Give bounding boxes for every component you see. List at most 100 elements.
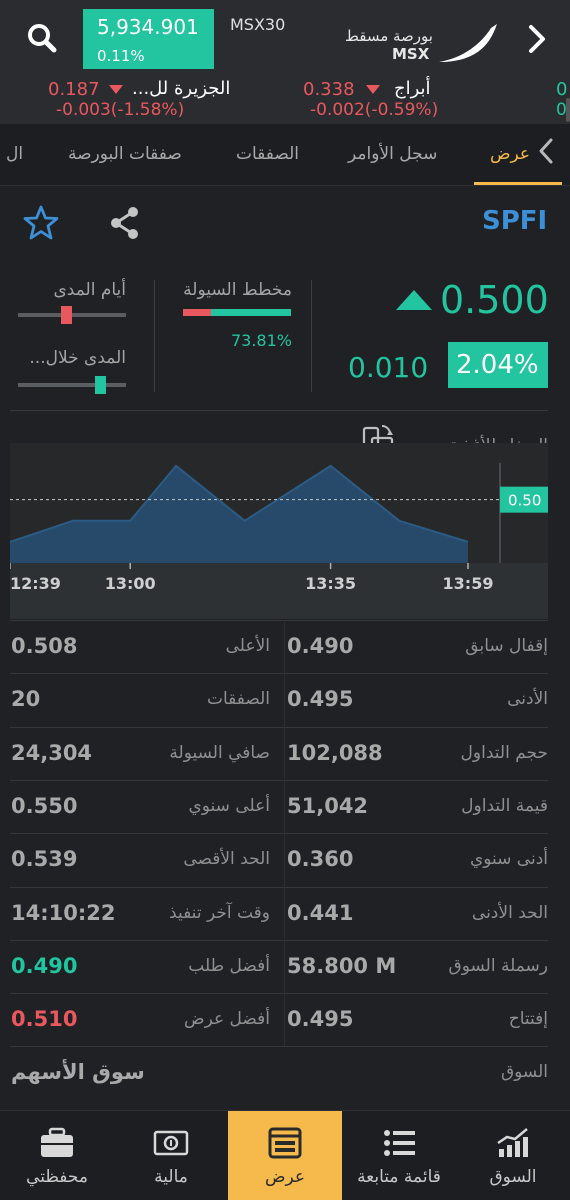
stat-left-value: 0.539 — [11, 847, 78, 872]
stat-left-value: 0.508 — [11, 634, 78, 658]
up-arrow-icon — [396, 290, 432, 310]
stat-left-value: 14:10:22 — [11, 900, 116, 925]
row-divider — [10, 1046, 548, 1048]
header-bar: 5,934.901 0.11% MSX30 بورصة مسقط MSX — [0, 0, 570, 78]
chevron-left-icon — [539, 138, 553, 164]
list-icon — [384, 1130, 415, 1156]
change-percent-badge: 2.04% — [448, 342, 548, 388]
stats-center-divider — [284, 620, 285, 1046]
stats-table: إقفال سابق 0.490 الأعلى 0.508 الأدنى 0.495 الص… — [0, 620, 570, 1108]
next-arrow-button[interactable] — [522, 22, 552, 56]
tab-order-book[interactable]: سجل الأوامر — [348, 144, 437, 164]
ticker-price: 0.187 — [48, 79, 100, 100]
ticker-name: الجزيرة لل... — [132, 78, 231, 99]
row-divider — [10, 833, 548, 835]
ticker-change: -0.002(-0.59%) — [310, 100, 439, 120]
stat-right-label: قيمة التداول — [461, 795, 548, 816]
nav-display[interactable]: عرض — [228, 1111, 342, 1200]
stat-right-label: إفتتاح — [508, 1009, 548, 1030]
stat-right-value: 0.360 — [287, 847, 354, 872]
index-box[interactable]: 5,934.901 0.11% — [83, 9, 214, 69]
reference-label: 0.50 — [508, 492, 541, 510]
stat-row: الحد الأدنى 0.441 وقت آخر تنفيذ 14:10:22 — [0, 886, 570, 940]
vertical-divider — [154, 280, 155, 392]
stat-left-label: الحد الأقصى — [183, 849, 270, 870]
nav-label: مالية — [154, 1167, 188, 1187]
period-range-track — [18, 376, 126, 394]
ticker-price: 0 — [556, 79, 568, 100]
days-range-marker — [60, 306, 72, 324]
stat-left-value: 24,304 — [11, 740, 93, 765]
index-name: MSX30 — [230, 15, 286, 34]
share-icon — [111, 207, 138, 239]
favorite-button[interactable] — [22, 204, 60, 242]
bottom-navigation: محفظتي مالية عرض قائمة متابعة السوق — [0, 1110, 570, 1200]
stat-left-label: الصفقات — [206, 689, 270, 710]
tab-exchange-trades[interactable]: صفقات البورصة — [68, 144, 182, 164]
tab-display[interactable]: عرض — [490, 144, 530, 164]
tab-partial[interactable]: ال — [6, 144, 23, 164]
stat-right-value: 0.495 — [287, 687, 354, 712]
symbol-code: SPFI — [482, 206, 548, 236]
ticker-change: -0.003(-1.58%) — [56, 100, 185, 120]
stat-row: إفتتاح 0.495 أفضل عرض 0.510 — [0, 993, 570, 1046]
period-range-marker — [95, 376, 107, 394]
x-tick-label: 13:35 — [305, 574, 356, 593]
liquidity-label: مخطط السيولة — [183, 280, 292, 300]
stat-left-value: 20 — [11, 687, 41, 712]
stat-left-label: الأعلى — [225, 636, 270, 656]
money-icon — [153, 1130, 189, 1156]
stat-left-label: أعلى سنوي — [188, 795, 270, 816]
search-icon — [28, 24, 57, 53]
nav-finance[interactable]: مالية — [114, 1111, 228, 1200]
stat-left-label: أفضل عرض — [184, 1009, 270, 1030]
share-button[interactable] — [106, 204, 144, 242]
stat-right-label: حجم التداول — [460, 742, 548, 763]
star-icon — [23, 205, 59, 240]
exchange-code: MSX — [392, 45, 430, 63]
period-range-label: المدى خلال... — [29, 348, 126, 368]
stat-right-label: الأدنى — [507, 689, 548, 710]
ticker-price: 0.338 — [303, 79, 355, 100]
stat-left-label: أفضل طلب — [188, 955, 270, 976]
index-change: 0.11% — [97, 47, 145, 65]
search-button[interactable] — [22, 18, 62, 58]
stat-right-value: 0.490 — [287, 634, 354, 658]
stat-right-label: إقفال سابق — [465, 636, 548, 656]
nav-label: السوق — [489, 1167, 537, 1187]
market-chart-icon — [497, 1128, 528, 1157]
nav-label: قائمة متابعة — [357, 1167, 441, 1187]
ticker-strip[interactable]: 0.187 الجزيرة لل... -0.003(-1.58%) 0.338… — [0, 78, 570, 124]
nav-market[interactable]: السوق — [456, 1111, 570, 1200]
ticker-scrollbar[interactable] — [566, 98, 570, 122]
stat-right-value: 0.441 — [287, 900, 354, 925]
change-percent: 2.04% — [456, 350, 539, 380]
stat-right-value: 51,042 — [287, 793, 369, 818]
row-divider — [10, 726, 548, 728]
stat-row: رسملة السوق 58.800 M أفضل طلب 0.490 — [0, 939, 570, 993]
ticker-item[interactable]: 0.187 الجزيرة لل... -0.003(-1.58%) — [0, 78, 250, 124]
quote-divider — [10, 410, 548, 411]
stat-row: الأدنى 0.495 الصفقات 20 — [0, 673, 570, 726]
liquidity-value: 73.81% — [230, 331, 292, 350]
nav-portfolio[interactable]: محفظتي — [0, 1111, 114, 1200]
row-divider — [10, 620, 548, 621]
down-arrow-icon — [366, 85, 380, 94]
ticker-item[interactable]: 0.338 أبراج -0.002(-0.59%) — [290, 78, 450, 124]
stat-right-value: 102,088 — [287, 740, 383, 765]
tab-trades[interactable]: الصفقات — [236, 144, 299, 164]
tabs-scroll-button[interactable] — [536, 136, 556, 166]
row-divider — [10, 886, 548, 888]
stat-left-value: 0.550 — [11, 793, 78, 818]
display-icon — [268, 1127, 302, 1159]
stat-left-label: وقت آخر تنفيذ — [169, 902, 270, 923]
nav-watchlist[interactable]: قائمة متابعة — [342, 1111, 456, 1200]
x-tick-label: 13:59 — [443, 574, 494, 593]
x-tick-label: 13:00 — [105, 574, 156, 593]
down-arrow-icon — [109, 85, 123, 94]
exchange-logo — [437, 22, 499, 64]
price-chart[interactable]: 0.50 12:39 13:00 13:35 13:59 — [9, 443, 548, 619]
tab-active-indicator — [474, 182, 562, 185]
stat-row: قيمة التداول 51,042 أعلى سنوي 0.550 — [0, 779, 570, 833]
tabs-bar: ال صفقات البورصة الصفقات سجل الأوامر عرض — [0, 124, 570, 186]
